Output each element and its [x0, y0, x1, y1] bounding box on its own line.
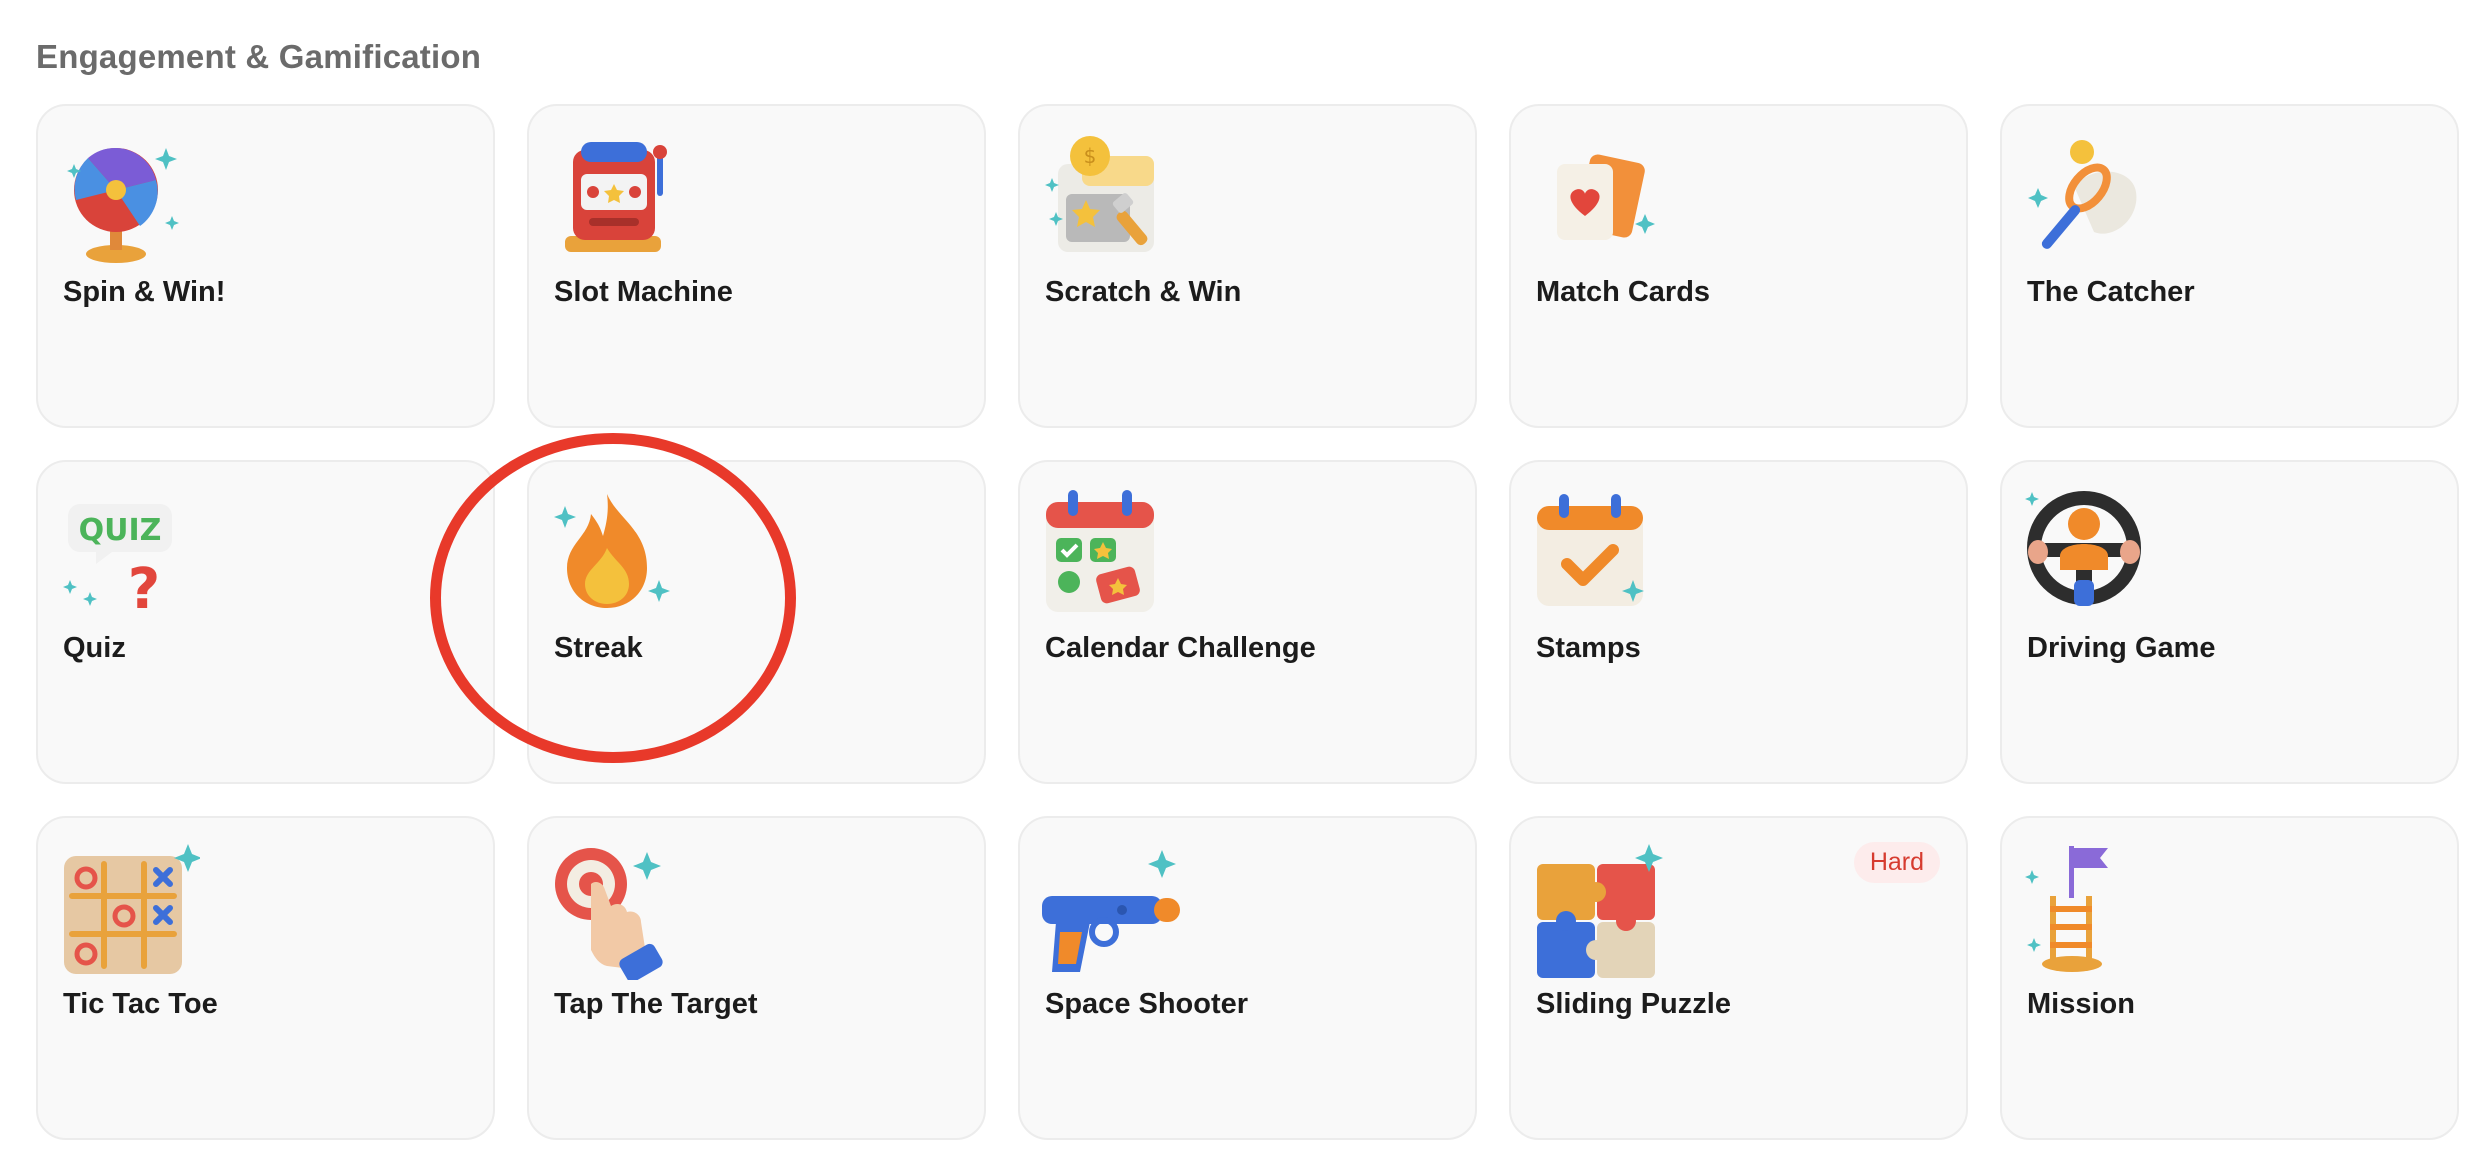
card-label: Calendar Challenge: [1045, 632, 1316, 664]
card-calendar-challenge[interactable]: Calendar Challenge: [1018, 460, 1477, 784]
spin-wheel-icon: [60, 128, 200, 268]
card-sliding-puzzle[interactable]: Sliding Puzzle Hard: [1509, 816, 1968, 1140]
stamp-calendar-icon: [1533, 484, 1673, 624]
card-label: Match Cards: [1536, 276, 1711, 308]
card-label: Tic Tac Toe: [63, 988, 218, 1020]
card-label: Scratch & Win: [1045, 276, 1242, 308]
quiz-bubble-icon: QUIZ ?: [60, 484, 200, 624]
card-tap-the-target[interactable]: Tap The Target: [527, 816, 986, 1140]
svg-text:$: $: [1084, 144, 1097, 168]
card-label: Stamps: [1536, 632, 1641, 664]
card-quiz[interactable]: QUIZ ? Quiz: [36, 460, 495, 784]
calendar-challenge-icon: [1042, 484, 1182, 624]
card-mission[interactable]: Mission: [2000, 816, 2459, 1140]
card-match-cards[interactable]: Match Cards: [1509, 104, 1968, 428]
puzzle-icon: [1533, 840, 1673, 980]
card-label: Quiz: [63, 632, 126, 664]
ray-gun-icon: [1042, 840, 1182, 980]
flame-icon: [551, 484, 691, 624]
mission-flag-icon: [2024, 840, 2164, 980]
card-tic-tac-toe[interactable]: Tic Tac Toe: [36, 816, 495, 1140]
card-label: Slot Machine: [554, 276, 733, 308]
game-grid: Spin & Win! Slot Machine $ Scratch & Win…: [36, 104, 2459, 1140]
svg-text:?: ?: [128, 557, 160, 622]
card-label: Spin & Win!: [63, 276, 226, 308]
card-label: Driving Game: [2027, 632, 2216, 664]
tic-tac-toe-icon: [60, 840, 200, 980]
card-label: Space Shooter: [1045, 988, 1249, 1020]
card-label: Sliding Puzzle: [1536, 988, 1731, 1020]
page: Engagement & Gamification Spin & Win! Sl…: [0, 0, 2480, 1164]
card-label: Streak: [554, 632, 643, 664]
card-the-catcher[interactable]: The Catcher: [2000, 104, 2459, 428]
section-title: Engagement & Gamification: [36, 38, 482, 75]
playing-cards-icon: [1533, 128, 1673, 268]
card-streak[interactable]: Streak: [527, 460, 986, 784]
card-slot-machine[interactable]: Slot Machine: [527, 104, 986, 428]
slot-machine-icon: [551, 128, 691, 268]
scratch-card-icon: $: [1042, 128, 1182, 268]
catcher-net-icon: [2024, 128, 2164, 268]
card-label: The Catcher: [2027, 276, 2195, 308]
card-spin-win[interactable]: Spin & Win!: [36, 104, 495, 428]
difficulty-badge: Hard: [1853, 842, 1940, 883]
card-scratch-win[interactable]: $ Scratch & Win: [1018, 104, 1477, 428]
card-driving-game[interactable]: Driving Game: [2000, 460, 2459, 784]
card-space-shooter[interactable]: Space Shooter: [1018, 816, 1477, 1140]
card-label: Mission: [2027, 988, 2135, 1020]
svg-text:QUIZ: QUIZ: [79, 513, 162, 548]
steering-wheel-icon: [2024, 484, 2164, 624]
tap-target-icon: [551, 840, 691, 980]
card-stamps[interactable]: Stamps: [1509, 460, 1968, 784]
card-label: Tap The Target: [554, 988, 758, 1020]
